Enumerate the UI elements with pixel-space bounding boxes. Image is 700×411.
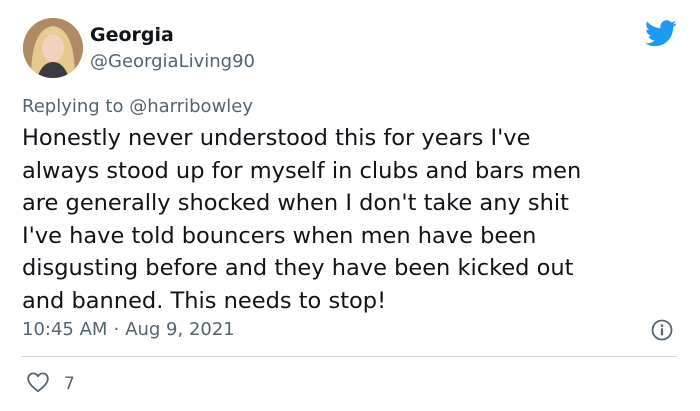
divider [22,356,677,357]
reply-mention-link[interactable]: @harribowley [129,96,253,117]
like-button[interactable]: 7 [26,371,75,397]
info-icon[interactable] [650,318,674,342]
display-name[interactable]: Georgia [90,23,174,47]
replying-to-line: Replying to @harribowley [22,96,253,118]
tweet-text: Honestly never understood this for years… [22,125,582,314]
tweet-time: 10:45 AM [22,319,108,340]
replying-to-label: Replying to [22,96,130,117]
tweet-timestamp[interactable]: 10:45 AM · Aug 9, 2021 [22,318,235,342]
tweet-date: Aug 9, 2021 [125,319,235,340]
meta-separator: · [113,319,120,340]
like-count: 7 [64,374,75,394]
tweet-card: Georgia @GeorgiaLiving90 Replying to @ha… [0,0,700,411]
avatar[interactable] [23,18,83,78]
user-handle[interactable]: @GeorgiaLiving90 [90,51,255,73]
avatar-image [23,18,83,78]
twitter-bird-icon [645,20,677,47]
heart-icon [26,371,50,397]
